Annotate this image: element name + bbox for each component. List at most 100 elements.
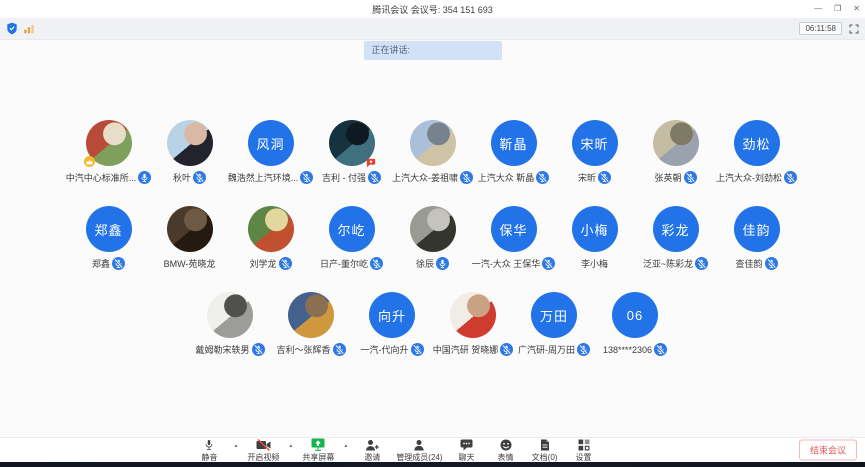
participant-avatar[interactable] bbox=[167, 206, 213, 252]
toolbar-chat-button[interactable]: 聊天 bbox=[452, 439, 482, 463]
avatar-initials: 向升 bbox=[378, 306, 406, 325]
fullscreen-button[interactable] bbox=[849, 24, 859, 34]
participant-name-row: 中汽中心标准所... bbox=[66, 171, 152, 184]
toolbar: 静音 ▲ 开启视频 ▲ 共享屏幕 ▲ 邀请管理成员(24) 聊天表情文档(0) 设置 结束会议 bbox=[0, 437, 865, 462]
participant-avatar[interactable]: 保华 bbox=[491, 206, 537, 252]
window-titlebar: 腾讯会议 会议号: 354 151 693 — ❐ ✕ bbox=[0, 0, 865, 18]
participant-name: 中国汽研 贺晓娜 bbox=[433, 343, 499, 356]
participant-avatar[interactable]: 06 bbox=[612, 292, 658, 338]
participant-name-row: 查佳韵 bbox=[735, 257, 777, 270]
participant-tile: 刘学龙 bbox=[230, 206, 311, 270]
participant-grid: 中汽中心标准所...秋叶风洞魏浩然上汽环境...吉利 - 付强上汽大众-姜祖啸靳… bbox=[0, 40, 865, 356]
participant-name-row: 吉利 - 付强 bbox=[322, 171, 381, 184]
window-controls: — ❐ ✕ bbox=[814, 0, 860, 18]
minimize-button[interactable]: — bbox=[814, 5, 822, 13]
participant-avatar[interactable] bbox=[329, 120, 375, 166]
participant-avatar[interactable]: 佳韵 bbox=[734, 206, 780, 252]
toolbar-members-button[interactable]: 管理成员(24) bbox=[396, 439, 442, 463]
caret-up-icon[interactable]: ▲ bbox=[343, 443, 348, 449]
participant-avatar[interactable]: 小梅 bbox=[572, 206, 618, 252]
participant-avatar[interactable] bbox=[653, 120, 699, 166]
participant-avatar[interactable]: 彩龙 bbox=[653, 206, 699, 252]
participant-row: 戴姆勒宋轶男吉利～张辉香向升一汽-代向升中国汽研 贺晓娜万田广汽研-周万田061… bbox=[190, 292, 676, 356]
share-screen-icon bbox=[311, 439, 325, 451]
mic-muted-icon bbox=[598, 171, 611, 184]
mic-muted-icon bbox=[654, 343, 667, 356]
mic-on-icon bbox=[436, 257, 449, 270]
taskbar-edge bbox=[0, 462, 865, 467]
maximize-button[interactable]: ❐ bbox=[834, 5, 841, 13]
mic-icon bbox=[204, 439, 214, 451]
participant-name-row: 吉利～张辉香 bbox=[276, 343, 345, 356]
participant-name: 李小梅 bbox=[581, 257, 608, 270]
mic-muted-icon bbox=[765, 257, 778, 270]
status-icons bbox=[6, 22, 35, 35]
participant-row: 中汽中心标准所...秋叶风洞魏浩然上汽环境...吉利 - 付强上汽大众-姜祖啸靳… bbox=[68, 120, 797, 184]
participant-avatar[interactable]: 尔屹 bbox=[329, 206, 375, 252]
participant-name-row: 戴姆勒宋轶男 bbox=[195, 343, 264, 356]
mic-muted-icon bbox=[460, 171, 473, 184]
speaking-banner: 正在讲话: bbox=[364, 41, 502, 60]
participant-avatar[interactable]: 风洞 bbox=[248, 120, 294, 166]
toolbar-share-screen-button[interactable]: 共享屏幕 bbox=[302, 439, 334, 463]
participant-avatar[interactable] bbox=[288, 292, 334, 338]
mic-muted-icon bbox=[279, 257, 292, 270]
participant-name: 138****2306 bbox=[603, 345, 652, 355]
participant-name-row: 上汽大众 靳晶 bbox=[478, 171, 550, 184]
avatar-initials: 保华 bbox=[499, 220, 527, 239]
participant-avatar[interactable] bbox=[450, 292, 496, 338]
participant-avatar[interactable] bbox=[410, 206, 456, 252]
participant-name: 徐辰 bbox=[416, 257, 434, 270]
participant-tile: 保华一汽-大众 王保华 bbox=[473, 206, 554, 270]
mic-muted-icon bbox=[370, 257, 383, 270]
participant-tile: 万田广汽研-周万田 bbox=[514, 292, 595, 356]
caret-up-icon[interactable]: ▲ bbox=[233, 443, 238, 449]
participant-tile: 靳晶上汽大众 靳晶 bbox=[473, 120, 554, 184]
participant-name: 一汽-大众 王保华 bbox=[472, 257, 541, 270]
avatar-initials: 尔屹 bbox=[337, 220, 365, 239]
participant-avatar[interactable] bbox=[410, 120, 456, 166]
toolbar-settings-button[interactable]: 设置 bbox=[569, 439, 599, 463]
mic-muted-icon bbox=[536, 171, 549, 184]
participant-avatar[interactable] bbox=[167, 120, 213, 166]
participant-name-row: 日产-董尔屹 bbox=[320, 257, 383, 270]
participant-avatar[interactable]: 郑鑫 bbox=[86, 206, 132, 252]
chat-icon bbox=[460, 439, 473, 451]
caret-up-icon[interactable]: ▲ bbox=[288, 443, 293, 449]
participant-name-row: 徐辰 bbox=[416, 257, 449, 270]
network-signal-icon[interactable] bbox=[23, 23, 35, 34]
mic-muted-icon bbox=[368, 171, 381, 184]
participant-avatar[interactable] bbox=[207, 292, 253, 338]
status-bar: 06:11:58 bbox=[0, 18, 865, 40]
toolbar-invite-button[interactable]: 邀请 bbox=[357, 439, 387, 463]
participant-tile: BMW-苑晓龙 bbox=[149, 206, 230, 270]
participant-name-row: 魏浩然上汽环境... bbox=[228, 171, 314, 184]
participant-avatar[interactable] bbox=[248, 206, 294, 252]
avatar-initials: 风洞 bbox=[256, 134, 284, 153]
participant-name-row: 上汽大众-姜祖啸 bbox=[392, 171, 473, 184]
participant-avatar[interactable]: 宋昕 bbox=[572, 120, 618, 166]
participant-avatar[interactable]: 劲松 bbox=[734, 120, 780, 166]
toolbar-emoji-button[interactable]: 表情 bbox=[491, 439, 521, 463]
avatar-initials: 彩龙 bbox=[661, 220, 689, 239]
participant-avatar[interactable]: 靳晶 bbox=[491, 120, 537, 166]
shield-icon[interactable] bbox=[6, 22, 18, 35]
participant-row: 郑鑫郑鑫BMW-苑晓龙刘学龙尔屹日产-董尔屹徐辰保华一汽-大众 王保华小梅李小梅… bbox=[68, 206, 797, 270]
toolbar-docs-button[interactable]: 文档(0) bbox=[530, 439, 560, 463]
toolbar-items: 静音 ▲ 开启视频 ▲ 共享屏幕 ▲ 邀请管理成员(24) 聊天表情文档(0) 设置 bbox=[194, 437, 598, 463]
participant-name-row: 泛亚~陈彩龙 bbox=[643, 257, 708, 270]
meeting-main-area: 正在讲话: 中汽中心标准所...秋叶风洞魏浩然上汽环境...吉利 - 付强上汽大… bbox=[0, 40, 865, 437]
participant-name: 上汽大众 靳晶 bbox=[478, 171, 535, 184]
participant-name: 吉利～张辉香 bbox=[276, 343, 330, 356]
participant-avatar[interactable]: 向升 bbox=[369, 292, 415, 338]
avatar-initials: 佳韵 bbox=[742, 220, 770, 239]
participant-avatar[interactable]: 万田 bbox=[531, 292, 577, 338]
participant-avatar[interactable] bbox=[86, 120, 132, 166]
avatar-initials: 宋昕 bbox=[580, 134, 608, 153]
participant-tile: 吉利～张辉香 bbox=[271, 292, 352, 356]
toolbar-mute-button[interactable]: 静音 bbox=[194, 439, 224, 463]
end-meeting-button[interactable]: 结束会议 bbox=[799, 440, 857, 461]
close-button[interactable]: ✕ bbox=[853, 5, 860, 13]
participant-tile: 尔屹日产-董尔屹 bbox=[311, 206, 392, 270]
toolbar-camera-button[interactable]: 开启视频 bbox=[247, 439, 279, 463]
